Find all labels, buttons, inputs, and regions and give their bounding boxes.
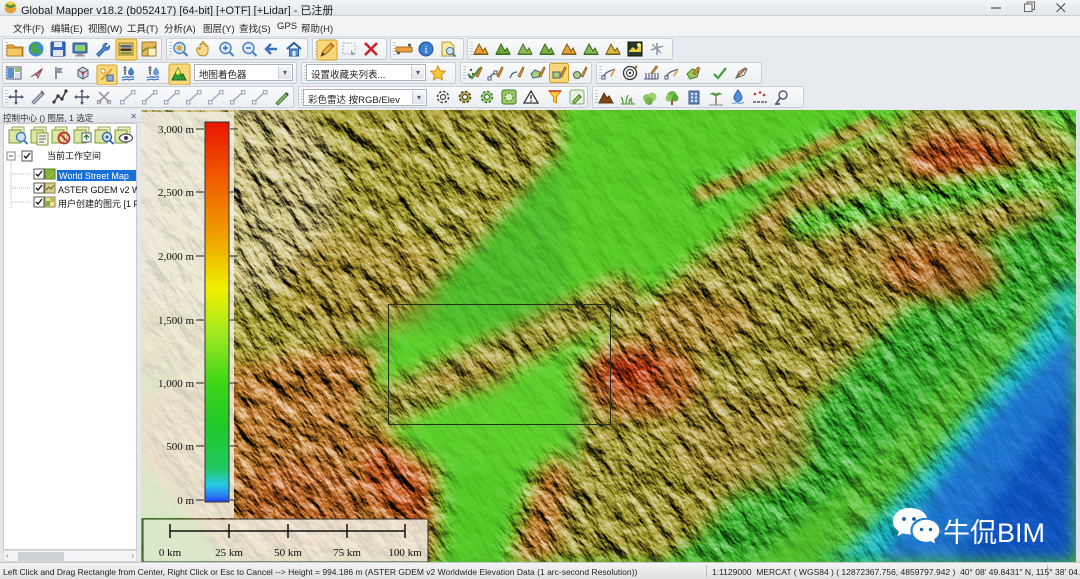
svg-text:1,500 m: 1,500 m xyxy=(158,315,195,327)
svg-text:i: i xyxy=(424,44,427,56)
svg-text:用户创建的图元 [1 Fea: 用户创建的图元 [1 Fea xyxy=(58,198,137,209)
svg-text:0 km: 0 km xyxy=(159,547,182,559)
svg-text:牛侃BIM: 牛侃BIM xyxy=(943,518,1045,548)
svg-text:3,000 m: 3,000 m xyxy=(158,124,195,136)
svg-text:100 km: 100 km xyxy=(388,547,422,559)
svg-text:2,500 m: 2,500 m xyxy=(158,187,195,199)
svg-text:25 km: 25 km xyxy=(215,547,243,559)
svg-text:0 m: 0 m xyxy=(177,495,194,507)
svg-text:1,000 m: 1,000 m xyxy=(158,378,195,390)
svg-text:当前工作空间: 当前工作空间 xyxy=(47,150,101,161)
svg-text:50 km: 50 km xyxy=(274,547,302,559)
svg-text:ASTER GDEM v2 Wor: ASTER GDEM v2 Wor xyxy=(58,185,137,195)
svg-text:75 km: 75 km xyxy=(333,547,361,559)
svg-text:World Street Map: World Street Map xyxy=(59,171,129,181)
svg-text:2,000 m: 2,000 m xyxy=(158,251,195,263)
svg-text:500 m: 500 m xyxy=(166,441,194,453)
